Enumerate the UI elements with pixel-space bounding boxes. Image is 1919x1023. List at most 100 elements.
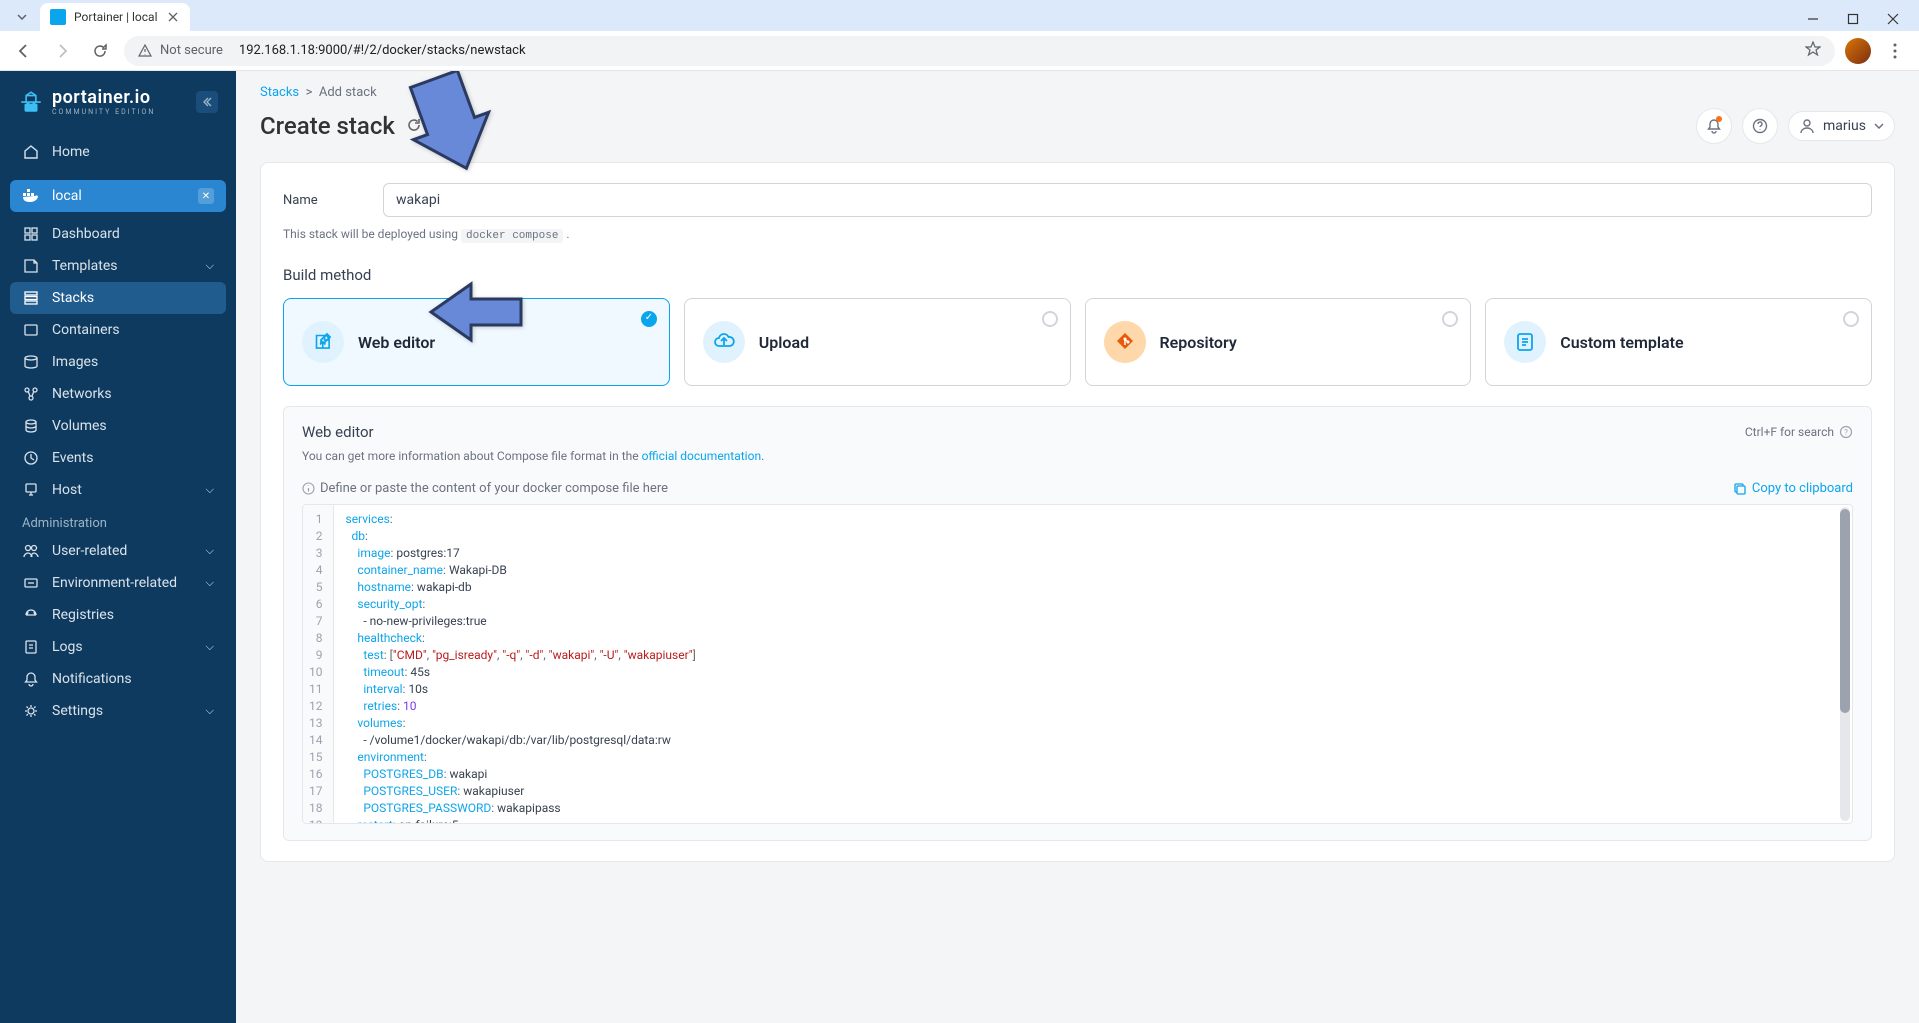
- logo[interactable]: portainer.io COMMUNITY EDITION: [18, 87, 155, 116]
- nav-reload-button[interactable]: [86, 37, 114, 65]
- code-editor[interactable]: 1234567891011121314151617181920 services…: [302, 504, 1853, 824]
- sidebar-item-label: Templates: [52, 258, 194, 274]
- radio-indicator: [1843, 311, 1859, 327]
- sidebar-item-label: Dashboard: [52, 226, 214, 242]
- sidebar-item-label: User-related: [52, 543, 194, 559]
- header-actions: marius: [1696, 108, 1895, 144]
- copy-to-clipboard-button[interactable]: Copy to clipboard: [1733, 481, 1853, 496]
- method-label: Repository: [1160, 333, 1237, 352]
- method-label: Upload: [759, 333, 809, 352]
- nav-back-button[interactable]: [10, 37, 38, 65]
- sidebar-admin-user-related[interactable]: User-related⌵: [10, 535, 226, 567]
- help-icon: ?: [1839, 425, 1853, 439]
- sidebar-item-stacks[interactable]: Stacks: [10, 282, 226, 314]
- nav-icon: [22, 639, 40, 655]
- method-icon: [1104, 321, 1146, 363]
- chevron-down-icon: ⌵: [206, 576, 214, 590]
- sidebar-admin-logs[interactable]: Logs⌵: [10, 631, 226, 663]
- method-card-web-editor[interactable]: Web editor: [283, 298, 670, 386]
- window-minimize-button[interactable]: [1801, 7, 1825, 31]
- sidebar-admin-notifications[interactable]: Notifications: [10, 663, 226, 695]
- line-gutter: 1234567891011121314151617181920: [303, 505, 334, 823]
- code-body[interactable]: services: db: image: postgres:17 contain…: [334, 505, 1853, 823]
- nav-icon: [22, 575, 40, 591]
- sidebar-environment-tab[interactable]: local ✕: [10, 180, 226, 212]
- sidebar-item-containers[interactable]: Containers: [10, 314, 226, 346]
- sidebar-item-networks[interactable]: Networks: [10, 378, 226, 410]
- radio-indicator: [1442, 311, 1458, 327]
- sidebar-item-label: Settings: [52, 703, 194, 719]
- method-card-repository[interactable]: Repository: [1085, 298, 1472, 386]
- editor-info: You can get more information about Compo…: [302, 449, 1853, 463]
- sidebar-item-label: Registries: [52, 607, 214, 623]
- chevron-down-icon: ⌵: [206, 259, 214, 273]
- browser-menu-button[interactable]: [1881, 37, 1909, 65]
- scrollbar-thumb[interactable]: [1840, 509, 1850, 713]
- profile-avatar[interactable]: [1845, 38, 1871, 64]
- sidebar-item-label: Containers: [52, 322, 214, 338]
- help-button[interactable]: [1742, 108, 1778, 144]
- admin-section-title: Administration: [10, 506, 226, 535]
- browser-tab[interactable]: Portainer | local: [40, 3, 190, 31]
- nav-forward-button[interactable]: [48, 37, 76, 65]
- tab-list-dropdown[interactable]: [8, 3, 36, 31]
- sidebar-admin-registries[interactable]: Registries: [10, 599, 226, 631]
- sidebar-header: portainer.io COMMUNITY EDITION: [10, 83, 226, 124]
- window-maximize-button[interactable]: [1841, 7, 1865, 31]
- logo-icon: [18, 89, 44, 115]
- svg-text:?: ?: [1844, 428, 1848, 437]
- editor-panel: Web editor Ctrl+F for search ? You can g…: [283, 406, 1872, 841]
- sidebar-collapse-button[interactable]: [196, 91, 218, 113]
- tab-favicon: [50, 9, 66, 25]
- method-card-upload[interactable]: Upload: [684, 298, 1071, 386]
- docs-link[interactable]: official documentation: [642, 449, 762, 463]
- url-bar[interactable]: Not secure 192.168.1.18:9000/#!/2/docker…: [124, 36, 1835, 66]
- breadcrumb-root[interactable]: Stacks: [260, 85, 299, 100]
- notifications-button[interactable]: [1696, 108, 1732, 144]
- nav-icon: [22, 226, 40, 242]
- sidebar-item-dashboard[interactable]: Dashboard: [10, 218, 226, 250]
- sidebar-admin-settings[interactable]: Settings⌵: [10, 695, 226, 727]
- page-title: Create stack: [260, 112, 423, 140]
- sidebar-item-templates[interactable]: Templates ⌵: [10, 250, 226, 282]
- method-icon: [1504, 321, 1546, 363]
- sidebar-item-events[interactable]: Events: [10, 442, 226, 474]
- deploy-hint: This stack will be deployed using docker…: [283, 227, 1872, 242]
- tab-close-button[interactable]: [166, 10, 180, 24]
- sidebar-admin-environment-related[interactable]: Environment-related⌵: [10, 567, 226, 599]
- sidebar-item-volumes[interactable]: Volumes: [10, 410, 226, 442]
- help-icon: [1752, 118, 1768, 134]
- refresh-icon[interactable]: [405, 112, 423, 140]
- placeholder-hint: Define or paste the content of your dock…: [302, 481, 668, 496]
- nav-icon: [22, 671, 40, 687]
- method-icon: [703, 321, 745, 363]
- warning-icon: [138, 44, 152, 58]
- home-icon: [22, 144, 40, 160]
- nav-icon: [22, 607, 40, 623]
- nav-icon: [22, 354, 40, 370]
- editor-header: Web editor Ctrl+F for search ?: [302, 423, 1853, 441]
- main: Stacks > Add stack Create stack ma: [236, 71, 1919, 1023]
- method-label: Custom template: [1560, 333, 1683, 352]
- scrollbar[interactable]: [1840, 507, 1850, 821]
- sidebar-item-label: Host: [52, 482, 194, 498]
- method-label: Web editor: [358, 333, 435, 352]
- user-menu[interactable]: marius: [1788, 111, 1895, 141]
- star-icon[interactable]: [1805, 41, 1821, 61]
- stack-name-input[interactable]: [383, 183, 1872, 217]
- nav-icon: [22, 450, 40, 466]
- method-card-custom-template[interactable]: Custom template: [1485, 298, 1872, 386]
- page-header: Create stack marius: [236, 104, 1919, 162]
- sidebar-item-host[interactable]: Host⌵: [10, 474, 226, 506]
- sidebar-item-home[interactable]: Home: [10, 136, 226, 168]
- user-icon: [1799, 118, 1815, 134]
- app: portainer.io COMMUNITY EDITION Home loca…: [0, 71, 1919, 1023]
- logo-text: portainer.io: [52, 87, 155, 108]
- url-text: 192.168.1.18:9000/#!/2/docker/stacks/new…: [239, 43, 526, 58]
- form-card: Name This stack will be deployed using d…: [260, 162, 1895, 862]
- notification-dot: [1716, 116, 1722, 122]
- sidebar-item-images[interactable]: Images: [10, 346, 226, 378]
- close-icon[interactable]: ✕: [198, 188, 214, 204]
- window-close-button[interactable]: [1881, 7, 1905, 31]
- method-icon: [302, 321, 344, 363]
